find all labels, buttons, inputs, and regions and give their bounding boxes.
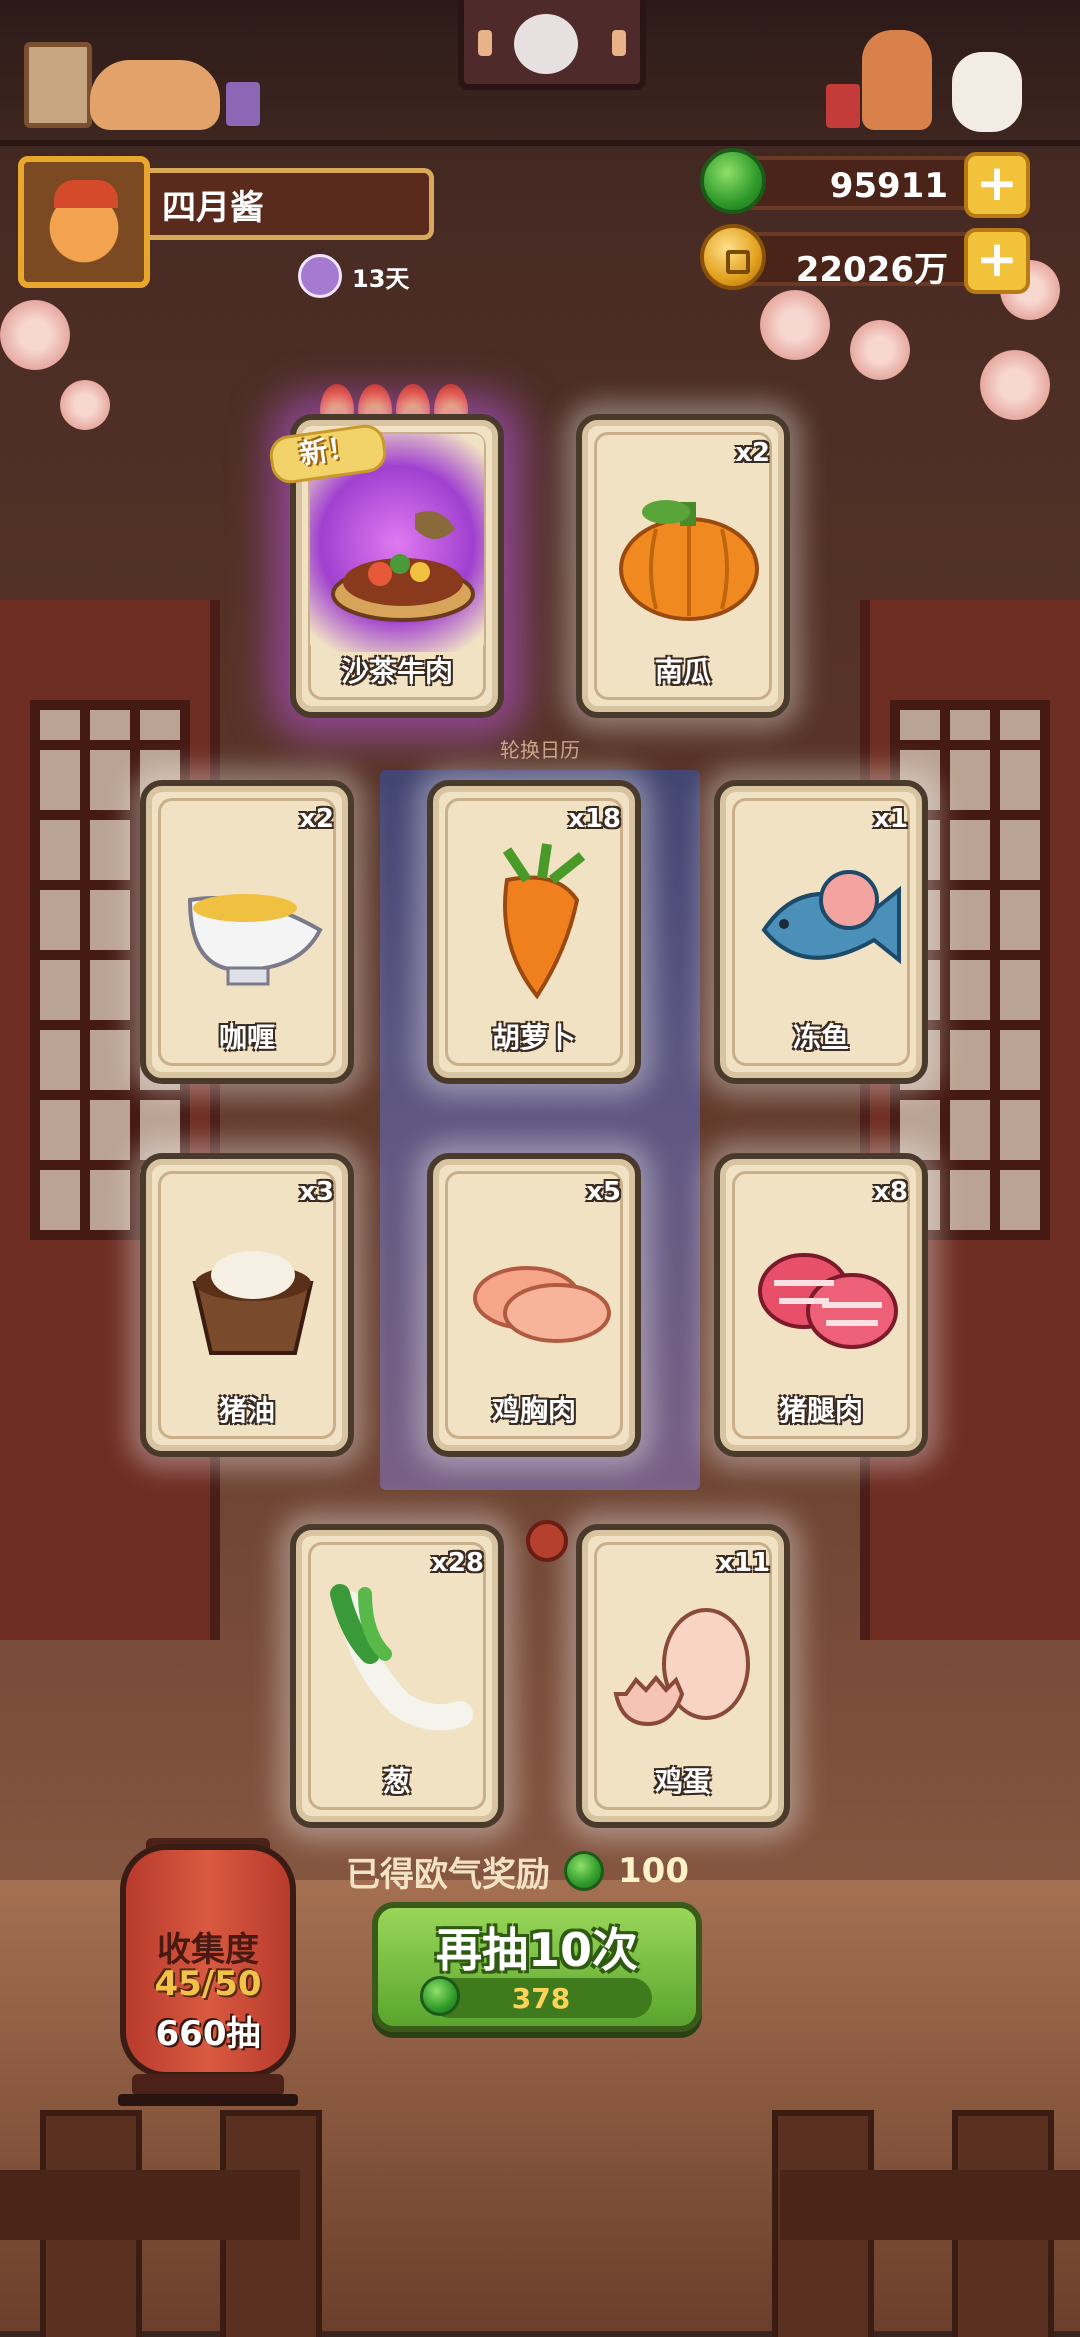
login-days: 13天 [298,254,409,298]
add-gold-button[interactable]: + [964,228,1030,294]
curry-sauce-boat-icon [170,840,324,1000]
card-name: 鸡胸肉 [491,1394,576,1427]
draw-cost: 378 [420,1976,652,2018]
scroll-ornament-right [612,30,626,56]
scallion-icon [320,1584,474,1744]
card-curry[interactable]: x2 咖喱 [140,780,354,1084]
collection-draws: 660抽 [155,2014,261,2054]
card-pumpkin[interactable]: x2 南瓜 [576,414,790,718]
card-frozen-fish[interactable]: x1 冻鱼 [714,780,928,1084]
reward-label: 已得欧气奖励 [346,1854,550,1895]
player-avatar[interactable] [18,156,150,288]
card-scallion[interactable]: x28 葱 [290,1524,504,1828]
pumpkin-icon [606,474,760,634]
card-name: 葱 [382,1765,411,1798]
blossom [0,300,70,370]
jade-icon [564,1851,604,1891]
card-pork-leg[interactable]: x8 猪腿肉 [714,1153,928,1457]
gold-amount: 22026万 [795,250,948,290]
rotation-calendar-label: 轮换日历 [500,738,580,762]
pin-ornament [526,1520,568,1562]
pork-leg-icon [744,1213,898,1373]
card-name: 猪油 [218,1394,275,1427]
draw-again-label: 再抽10次 [435,1923,638,1977]
blossom [60,380,110,430]
lard-icon [170,1213,324,1373]
card-count: x18 [568,804,621,834]
card-count: x3 [299,1177,334,1207]
luck-reward: 已得欧气奖励 100 [346,1846,766,1896]
fence-rail [780,2170,1080,2240]
card-count: x28 [431,1548,484,1578]
card-chicken-breast[interactable]: x5 鸡胸肉 [427,1153,641,1457]
card-count: x8 [873,1177,908,1207]
blossom [980,350,1050,420]
draw-again-button[interactable]: 再抽10次 378 [372,1902,702,2032]
gold-currency: 22026万 + [700,224,1030,294]
card-name: 咖喱 [218,1021,275,1054]
chicken-breast-icon [457,1213,611,1373]
card-name: 胡萝卜 [491,1021,576,1054]
hanging-scroll [458,0,646,90]
purple-lantern [226,82,260,126]
card-name: 猪腿肉 [778,1394,863,1427]
card-count: x11 [717,1548,770,1578]
jade-icon [700,148,766,214]
sleeping-cat [90,60,220,130]
card-carrot[interactable]: x18 胡萝卜 [427,780,641,1084]
paw-sign [24,42,92,128]
card-lard[interactable]: x3 猪油 [140,1153,354,1457]
card-count: x1 [873,804,908,834]
card-name: 鸡蛋 [654,1765,711,1798]
cat-portrait [514,14,578,74]
jade-currency: 95911 + [700,148,1030,218]
collection-progress: 45/50 [154,1964,262,2004]
blossom [760,290,830,360]
scroll-ornament-left [478,30,492,56]
carrot-icon [457,840,611,1000]
card-count: x2 [735,438,770,468]
blossom [850,320,910,380]
egg-icon [606,1584,760,1744]
companion-avatar-icon [298,254,342,298]
npc-girl [862,30,932,130]
add-jade-button[interactable]: + [964,152,1030,218]
red-lantern [826,84,860,128]
card-name: 冻鱼 [792,1021,849,1054]
npc-cat [952,52,1022,132]
card-count: x2 [299,804,334,834]
gold-coin-icon [700,224,766,290]
frozen-fish-icon [744,840,901,1000]
avatar-ears [54,180,118,208]
days-count: 13天 [352,264,410,293]
player-name: 四月酱 [162,187,264,228]
card-egg[interactable]: x11 鸡蛋 [576,1524,790,1828]
reward-amount: 100 [618,1851,689,1891]
collection-lantern[interactable]: 收集度 45/50 660抽 [120,1844,296,2078]
lantern-stand [118,2094,298,2106]
satay-beef-hotpot-icon [320,474,475,634]
player-name-bar: 四月酱 [150,168,434,240]
fence-rail [0,2170,300,2240]
card-name: 沙茶牛肉 [340,655,453,688]
lantern-base [132,2074,284,2096]
card-count: x5 [586,1177,621,1207]
card-name: 南瓜 [654,655,711,688]
draw-cost-amount: 378 [511,1982,571,2015]
jade-amount: 95911 [829,166,948,206]
